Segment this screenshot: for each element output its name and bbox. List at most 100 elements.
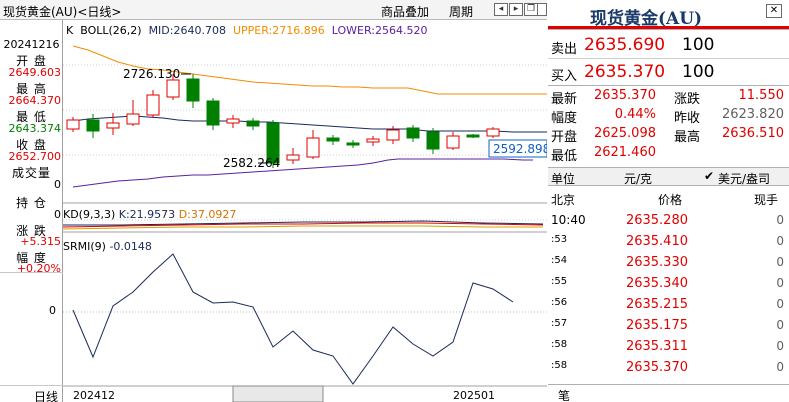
boll-mid-value: MID:2640.708 [148, 24, 226, 37]
bar-date: 20241216 [3, 38, 60, 51]
tick-time: :57 [551, 318, 568, 329]
chart-panel[interactable]: 2726.130 2582.264 2592.898 K BOLL(26,2) … [49, 20, 547, 402]
close-panel-icon[interactable]: ✕ [766, 4, 782, 18]
kd-legend: KD(9,3,3) K:21.9573 D:37.0927 [63, 208, 236, 221]
hold-value: 0 [54, 208, 61, 221]
tick-row: :55 2635.340 0 [548, 273, 789, 293]
left-divider [0, 272, 63, 273]
back-icon[interactable]: ◂ [494, 3, 508, 16]
stat-value: 2635.370 [593, 88, 656, 103]
tick-time: :54 [551, 255, 568, 266]
period-button[interactable]: 周期 [449, 3, 473, 20]
tick-time: :53 [551, 234, 568, 245]
stat-value: 11.550 [738, 88, 785, 103]
quote-header-accent [548, 26, 789, 29]
srmi-name: SRMI(9) [63, 240, 106, 253]
tick-qty: 0 [776, 255, 784, 269]
kd-k-value: K:21.9573 [118, 208, 176, 221]
tick-time: :58 [551, 360, 568, 371]
boll-lower-value: LOWER:2564.520 [331, 24, 428, 37]
stats-grid: 最新 2635.370 涨跌 11.550 幅度 0.44% 昨收 2623.820 开盘 262… [548, 88, 789, 168]
unit-bar: 单位 元/克 ✔ 美元/盎司 [548, 167, 789, 186]
sell-qty: 100 [682, 35, 715, 55]
period-indicator: 日线 [34, 390, 59, 402]
ticks-header-price: 价格 [658, 193, 683, 207]
tick-qty: 0 [776, 276, 784, 290]
ticks-footer-label[interactable]: 笔 [558, 387, 570, 402]
stat-value: 2636.510 [721, 126, 784, 141]
tick-row: :57 2635.175 0 [548, 315, 789, 335]
close-icon[interactable] [538, 3, 547, 16]
tick-row: :53 2635.410 0 [548, 231, 789, 251]
tick-price: 2635.410 [625, 234, 688, 249]
buy-label: 买入 [551, 69, 578, 84]
tick-row: :58 2635.370 0 [548, 357, 789, 377]
tick-price: 2635.215 [625, 297, 688, 312]
unit-label: 单位 [551, 172, 576, 186]
ticks-list: 10:40 2635.280 0:53 2635.410 0:54 2635.330 0:5… [548, 210, 789, 382]
tick-price: 2635.175 [625, 318, 688, 333]
axis-start-label: 202412 [73, 389, 115, 402]
restore-icon[interactable]: ❐ [524, 3, 538, 16]
tick-qty: 0 [776, 213, 784, 227]
forward-icon[interactable]: ▸ [509, 3, 523, 16]
tick-qty: 0 [776, 297, 784, 311]
ticks-footer: 笔 [548, 384, 789, 402]
sell-label: 卖出 [551, 42, 578, 57]
stat-value: 2625.098 [593, 126, 656, 141]
srmi-zero-label: 0 [49, 304, 56, 317]
high-value: 2664.370 [8, 94, 62, 107]
bar-info-panel: 20241216 开 盘 2649.603 最 高 2664.370 最 低 2… [0, 20, 63, 402]
kd-name: KD(9,3,3) [63, 208, 116, 221]
stat-value: 2621.460 [593, 145, 656, 160]
srmi-value: -0.0148 [109, 240, 152, 253]
left-bottom-divider [0, 385, 63, 386]
chart-toolbar: 现货黄金(AU)<日线> 商品叠加 周期 ◂ ▸ ❐ [0, 0, 547, 20]
tick-qty: 0 [776, 360, 784, 374]
volume-value: 0 [54, 178, 61, 191]
overlay-button[interactable]: 商品叠加 [381, 3, 429, 20]
ticks-header-qty: 现手 [754, 193, 779, 207]
ticks-header: 北京 价格 现手 [548, 188, 789, 208]
price-tag-label: 2592.898 [493, 142, 547, 156]
close-value: 2652.700 [8, 150, 62, 163]
low-value: 2643.374 [8, 122, 62, 135]
stat-value: 2623.820 [721, 107, 784, 122]
pct-value: +0.20% [16, 262, 61, 275]
unit-toggle[interactable]: 美元/盎司 [718, 170, 770, 187]
stat-value: 0.44% [614, 107, 656, 122]
tick-time: :56 [551, 297, 568, 308]
tick-row: :56 2635.215 0 [548, 294, 789, 314]
sell-price: 2635.690 [584, 35, 666, 55]
quote-panel: 现货黄金(AU) ✕ 卖出 2635.690 100 买入 2635.370 1… [548, 0, 789, 402]
srmi-legend: SRMI(9) -0.0148 [63, 240, 152, 253]
tick-price: 2635.330 [625, 255, 688, 270]
tick-price: 2635.311 [625, 339, 688, 354]
chart-title: 现货黄金(AU)<日线> [3, 5, 122, 19]
low-mark-label: 2582.264 [223, 156, 280, 170]
open-value: 2649.603 [8, 66, 62, 79]
tick-price: 2635.340 [625, 276, 688, 291]
tick-qty: 0 [776, 234, 784, 248]
boll-legend: K BOLL(26,2) MID:2640.708 UPPER:2716.896… [66, 24, 427, 37]
buy-qty: 100 [682, 62, 715, 82]
change-value: +5.315 [20, 235, 61, 248]
tick-qty: 0 [776, 339, 784, 353]
tick-price: 2635.280 [625, 213, 688, 228]
boll-k-label: K [66, 24, 74, 37]
buy-stats-divider [548, 85, 789, 86]
tick-row: :58 2635.311 0 [548, 336, 789, 356]
tick-row: :54 2635.330 0 [548, 252, 789, 272]
tick-time: :58 [551, 339, 568, 350]
boll-name: BOLL(26,2) [80, 24, 142, 37]
unit-check-icon[interactable]: ✔ [704, 169, 714, 183]
axis-end-label: 202501 [453, 389, 495, 402]
tick-time: 10:40 [551, 213, 586, 227]
kd-d-value: D:37.0927 [178, 208, 237, 221]
scroll-thumb[interactable] [232, 385, 324, 402]
tick-row: 10:40 2635.280 0 [548, 210, 789, 230]
ticks-header-time: 北京 [551, 193, 576, 207]
tick-qty: 0 [776, 318, 784, 332]
sell-buy-divider [548, 58, 789, 59]
tick-price: 2635.370 [625, 360, 688, 375]
